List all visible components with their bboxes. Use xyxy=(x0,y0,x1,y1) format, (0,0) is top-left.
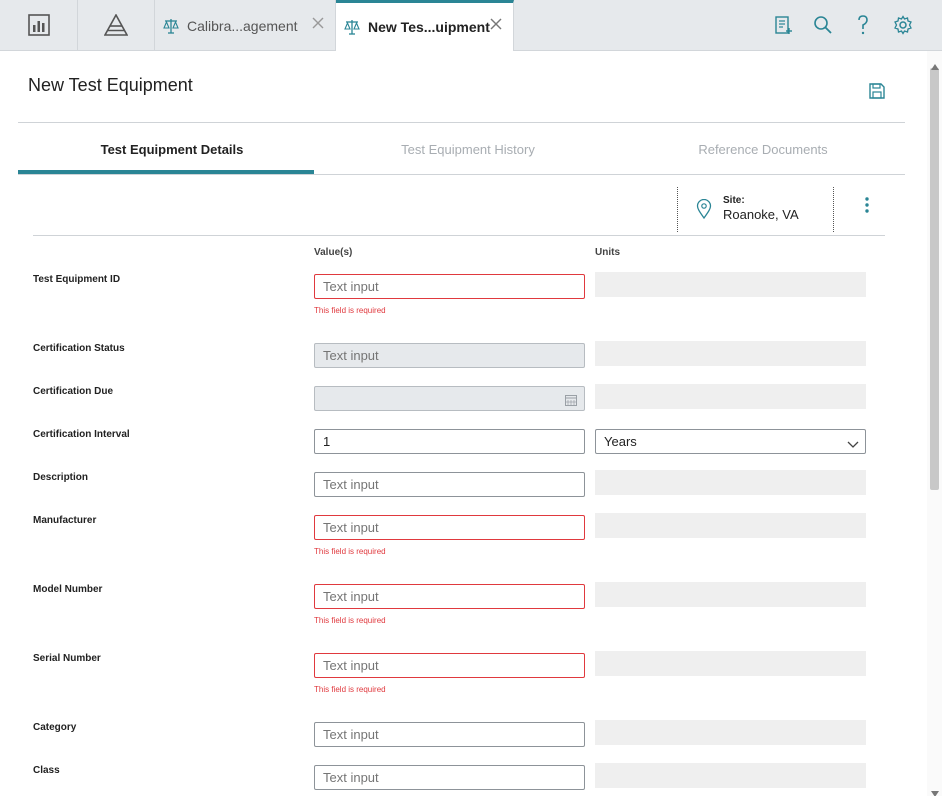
tab-test-equipment-history[interactable]: Test Equipment History xyxy=(320,142,616,157)
unit-cell xyxy=(595,272,866,297)
site-label: Site: xyxy=(723,195,745,206)
unit-cell xyxy=(595,720,866,745)
divider xyxy=(33,235,885,236)
close-icon[interactable] xyxy=(489,17,503,31)
site-value[interactable]: Roanoke, VA xyxy=(723,207,799,222)
unit-cell xyxy=(595,651,866,676)
certification-interval-input[interactable]: 1 xyxy=(314,429,585,454)
dashboard-button[interactable] xyxy=(0,0,78,50)
unit-cell xyxy=(595,582,866,607)
tab-new-test-equipment[interactable]: New Tes...uipment xyxy=(336,0,514,51)
field-label: Certification Status xyxy=(33,343,125,354)
model-number-input[interactable] xyxy=(314,584,585,609)
interval-unit-select[interactable]: Years xyxy=(595,429,866,454)
values-column-header: Value(s) xyxy=(314,247,353,258)
help-icon[interactable] xyxy=(852,14,874,36)
test-equipment-id-input[interactable] xyxy=(314,274,585,299)
field-label: Manufacturer xyxy=(33,515,97,526)
divider xyxy=(18,174,905,175)
field-label: Description xyxy=(33,472,89,483)
error-message: This field is required xyxy=(314,616,386,625)
error-message: This field is required xyxy=(314,306,386,315)
divider xyxy=(677,187,678,232)
error-message: This field is required xyxy=(314,685,386,694)
field-label: Category xyxy=(33,722,77,733)
page-title: New Test Equipment xyxy=(28,75,193,95)
certification-due-input xyxy=(314,386,585,411)
error-message: This field is required xyxy=(314,547,386,556)
new-record-icon[interactable] xyxy=(772,14,794,36)
scroll-up-icon[interactable] xyxy=(931,57,939,70)
unit-cell xyxy=(595,384,866,409)
tab-label: Calibra...agement xyxy=(187,17,298,34)
unit-cell xyxy=(595,763,866,788)
tab-label: New Tes...uipment xyxy=(368,19,490,35)
tab-reference-documents[interactable]: Reference Documents xyxy=(615,142,911,157)
tab-calibration-management[interactable]: Calibra...agement xyxy=(155,0,336,51)
class-input[interactable] xyxy=(314,765,585,790)
description-input[interactable] xyxy=(314,472,585,497)
unit-cell xyxy=(595,513,866,538)
certification-status-input xyxy=(314,343,585,368)
select-value: Years xyxy=(604,434,637,449)
scrollbar-thumb[interactable] xyxy=(930,68,939,490)
serial-number-input[interactable] xyxy=(314,653,585,678)
field-label: Certification Interval xyxy=(33,429,130,440)
field-label: Serial Number xyxy=(33,653,101,664)
tab-test-equipment-details[interactable]: Test Equipment Details xyxy=(24,142,320,157)
scale-icon xyxy=(344,19,360,35)
scroll-down-icon[interactable] xyxy=(931,784,939,796)
asset-hierarchy-icon xyxy=(104,14,128,36)
divider xyxy=(18,122,905,123)
units-column-header: Units xyxy=(595,247,620,258)
field-label: Certification Due xyxy=(33,386,114,397)
dashboard-icon xyxy=(27,14,50,36)
location-pin-icon xyxy=(696,198,712,220)
top-tab-bar: Calibra...agement New Tes...uipment xyxy=(0,0,942,51)
close-icon[interactable] xyxy=(311,16,325,30)
calendar-icon xyxy=(565,393,577,406)
kebab-menu-icon[interactable] xyxy=(862,196,872,214)
field-label: Class xyxy=(33,765,60,776)
category-input[interactable] xyxy=(314,722,585,747)
scale-icon xyxy=(163,18,179,34)
chevron-down-icon xyxy=(847,437,859,448)
search-icon[interactable] xyxy=(812,14,834,36)
field-label: Test Equipment ID xyxy=(33,274,121,285)
unit-cell xyxy=(595,470,866,495)
field-label: Model Number xyxy=(33,584,103,595)
save-icon[interactable] xyxy=(868,82,886,100)
divider xyxy=(833,187,834,232)
manufacturer-input[interactable] xyxy=(314,515,585,540)
asset-hierarchy-button[interactable] xyxy=(78,0,155,50)
settings-icon[interactable] xyxy=(892,14,914,36)
unit-cell xyxy=(595,341,866,366)
